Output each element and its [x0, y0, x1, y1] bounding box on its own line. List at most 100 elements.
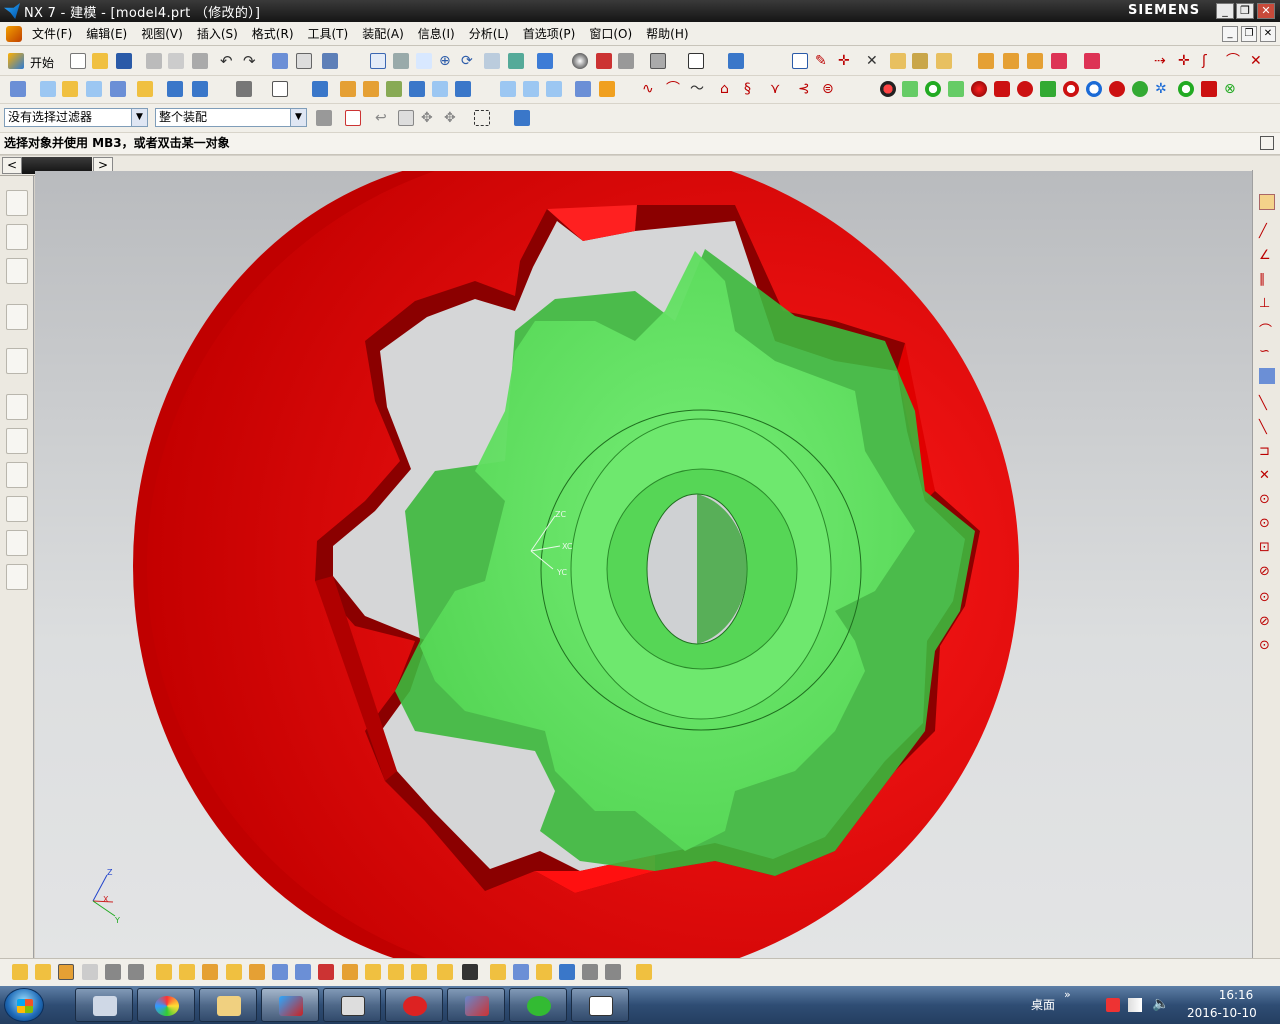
display-icon[interactable]	[728, 53, 744, 69]
copy-icon[interactable]	[168, 53, 184, 69]
undo-icon[interactable]: ↶	[220, 53, 236, 69]
menu-edit[interactable]: 编辑(E)	[86, 25, 127, 42]
reuse-library-icon[interactable]	[6, 304, 28, 330]
mark-icon[interactable]	[971, 81, 987, 97]
cylinder-mark-icon[interactable]	[994, 81, 1010, 97]
fit-icon[interactable]	[370, 53, 386, 69]
endpoint-snap-icon[interactable]: ╲	[1259, 396, 1275, 412]
project-curve-icon[interactable]: ⌂	[720, 81, 736, 97]
trim-icon[interactable]: ⇢	[1154, 53, 1170, 69]
mirror-icon[interactable]	[500, 81, 516, 97]
shaded-icon[interactable]	[572, 53, 588, 69]
boolean-icon[interactable]	[236, 81, 252, 97]
existing-point-snap-icon[interactable]: ⊡	[1259, 540, 1275, 556]
arc-icon[interactable]: ⌒	[666, 81, 682, 97]
green-ball-icon[interactable]	[1132, 81, 1148, 97]
bridge-curve-icon[interactable]: ⊰	[798, 81, 814, 97]
type-filter-dropdown[interactable]: 没有选择过滤器 ▼	[4, 108, 148, 127]
define-interface-icon[interactable]	[513, 964, 529, 980]
pole-snap-icon[interactable]: ⊙	[1259, 638, 1275, 654]
manufacturing-wizard-icon[interactable]	[6, 496, 28, 522]
save-icon[interactable]	[116, 53, 132, 69]
wave-geometry-icon[interactable]	[462, 964, 478, 980]
graph-icon[interactable]	[605, 964, 621, 980]
taskbar-ggg[interactable]	[323, 988, 381, 1022]
rectangle-select-icon[interactable]	[474, 110, 490, 126]
edit-explosion-icon[interactable]	[295, 964, 311, 980]
minimize-button[interactable]: _	[1216, 3, 1234, 19]
intersection-snap-icon[interactable]: ✕	[1259, 468, 1275, 484]
selection-scope-dropdown[interactable]: 整个装配 ▼	[155, 108, 307, 127]
cone-icon[interactable]	[86, 81, 102, 97]
check-clearance-icon[interactable]	[411, 964, 427, 980]
menu-view[interactable]: 视图(V)	[141, 25, 183, 42]
wheel-icon[interactable]	[1178, 81, 1194, 97]
datum-axis-icon[interactable]	[312, 81, 328, 97]
start-button[interactable]: 开始	[30, 54, 54, 71]
doc-close-button[interactable]: ✕	[1260, 26, 1276, 42]
pattern-mark-icon[interactable]	[1040, 81, 1056, 97]
center-snap-icon[interactable]: ⊙	[1259, 492, 1275, 508]
part-navigator-icon[interactable]	[6, 258, 28, 284]
toolbar-options-icon[interactable]	[636, 964, 652, 980]
extrude-icon[interactable]	[167, 81, 183, 97]
sketch-icon[interactable]: ✎	[815, 53, 831, 69]
link-part-icon[interactable]	[536, 964, 552, 980]
chamfer-icon[interactable]	[363, 81, 379, 97]
divide-curve-icon[interactable]: ✕	[1250, 53, 1266, 69]
start-icon[interactable]	[8, 53, 24, 69]
graphics-window[interactable]: ZC XC YC Z X Y	[35, 171, 1252, 958]
explode-view-icon[interactable]	[272, 964, 288, 980]
gear-icon[interactable]: ✲	[1155, 81, 1171, 97]
shell-icon[interactable]	[386, 81, 402, 97]
assembly-navigator-icon[interactable]	[6, 190, 28, 216]
network-icon[interactable]	[1128, 998, 1142, 1012]
quadrant-snap-icon[interactable]: ⊙	[1259, 516, 1275, 532]
cut-list-icon[interactable]	[582, 964, 598, 980]
constraint-navigator-icon[interactable]	[6, 224, 28, 250]
toolbar-chevron[interactable]: »	[1064, 988, 1071, 1001]
target-icon[interactable]: ⊗	[1224, 81, 1240, 97]
arc-snap-icon[interactable]: ∽	[1259, 344, 1275, 360]
draft-icon[interactable]	[409, 81, 425, 97]
ring-mark-icon[interactable]	[1017, 81, 1033, 97]
taskbar-app-g[interactable]	[385, 988, 443, 1022]
assembly-icon[interactable]	[978, 53, 994, 69]
chevron-down-icon[interactable]: ▼	[290, 109, 306, 126]
menu-format[interactable]: 格式(R)	[252, 25, 294, 42]
hole-icon[interactable]	[137, 81, 153, 97]
new-file-icon[interactable]	[70, 53, 86, 69]
filter-settings-icon[interactable]	[316, 110, 332, 126]
rotate-icon[interactable]: ⟳	[461, 53, 477, 69]
angle-snap-icon[interactable]: ∠	[1259, 248, 1275, 264]
cut-icon[interactable]	[146, 53, 162, 69]
line-icon[interactable]: ∿	[642, 81, 658, 97]
menu-window[interactable]: 窗口(O)	[589, 25, 632, 42]
pattern-component-icon[interactable]	[365, 964, 381, 980]
taskbar-refresh-app[interactable]	[509, 988, 567, 1022]
snap-enable-icon[interactable]	[1259, 194, 1275, 210]
system-scenes-icon[interactable]	[6, 564, 28, 590]
red-ball-icon[interactable]	[1109, 81, 1125, 97]
reposition-icon[interactable]	[105, 964, 121, 980]
redo-icon[interactable]: ↷	[243, 53, 259, 69]
edit-object-icon[interactable]	[272, 53, 288, 69]
join-curve-icon[interactable]: ⊜	[822, 81, 838, 97]
snap-point-icon[interactable]	[792, 53, 808, 69]
start-button[interactable]	[4, 988, 44, 1022]
point-on-face-snap-icon[interactable]: ⊙	[1259, 590, 1275, 606]
analysis-icon[interactable]: ✕	[866, 53, 882, 69]
layer-icon[interactable]	[650, 53, 666, 69]
menu-file[interactable]: 文件(F)	[32, 25, 72, 42]
bounded-grid-snap-icon[interactable]: ⊘	[1259, 614, 1275, 630]
clearance-icon[interactable]	[1084, 53, 1100, 69]
mate-icon[interactable]	[128, 964, 144, 980]
blue-ring-icon[interactable]	[1086, 81, 1102, 97]
grid-icon[interactable]	[948, 81, 964, 97]
new-component-icon[interactable]	[156, 964, 172, 980]
pan-icon[interactable]	[484, 53, 500, 69]
circle-icon[interactable]	[925, 81, 941, 97]
tangent-snap-icon[interactable]: ⌒	[1259, 320, 1275, 339]
mirror-assembly-icon[interactable]	[388, 964, 404, 980]
torus-icon[interactable]	[1063, 81, 1079, 97]
